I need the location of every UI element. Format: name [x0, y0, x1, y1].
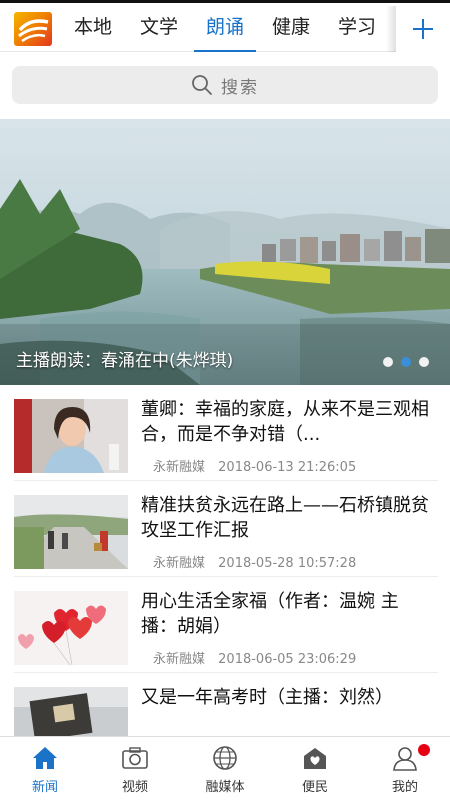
nav-profile[interactable]: 我的	[360, 737, 450, 800]
banner-caption: 主播朗读：春涌在中(朱烨琪)	[16, 351, 234, 371]
news-source: 永新融媒	[153, 556, 206, 571]
nav-label: 融媒体	[205, 780, 245, 795]
add-channel-button[interactable]	[396, 3, 450, 52]
tabs-scroll-shadow	[386, 6, 396, 52]
nav-media[interactable]: 融媒体	[180, 737, 270, 800]
service-house-icon	[304, 748, 326, 769]
carousel-dot-active[interactable]	[401, 357, 411, 367]
tab-study[interactable]: 学习	[324, 3, 390, 52]
camera-icon	[122, 747, 148, 769]
news-time: 2018-06-13 21:26:05	[218, 460, 357, 475]
search-icon	[192, 75, 212, 95]
carousel-dot[interactable]	[419, 357, 429, 367]
news-thumbnail	[14, 591, 128, 665]
news-meta: 永新融媒 2018-06-13 21:26:05	[153, 456, 356, 475]
nav-video[interactable]: 视频	[90, 737, 180, 800]
news-title: 董卿：幸福的家庭，从来不是三观相合，而是不争对错（...	[141, 399, 429, 445]
notification-badge	[418, 744, 430, 756]
plus-icon-stroke	[422, 19, 424, 39]
news-source: 永新融媒	[153, 460, 206, 475]
channel-bar: 本地 文学 朗诵 健康 学习	[0, 0, 450, 52]
nav-label: 便民	[301, 780, 328, 795]
user-icon	[393, 747, 417, 771]
channel-tabs: 本地 文学 朗诵 健康 学习	[60, 3, 390, 52]
tab-literature[interactable]: 文学	[126, 3, 192, 52]
home-icon	[33, 747, 57, 769]
search-area: 搜索	[0, 52, 450, 118]
nav-label: 我的	[391, 780, 418, 795]
news-source: 永新融媒	[153, 652, 206, 667]
search-input[interactable]: 搜索	[12, 66, 438, 104]
news-title: 用心生活全家福（作者：温婉 主播：胡娟）	[141, 591, 399, 637]
news-meta: 永新融媒 2018-06-05 23:06:29	[153, 648, 356, 667]
tab-recitation[interactable]: 朗诵	[192, 3, 258, 52]
news-title: 又是一年高考时（主播：刘然）	[141, 687, 393, 708]
search-placeholder: 搜索	[221, 77, 259, 98]
carousel-dot[interactable]	[383, 357, 393, 367]
tab-local[interactable]: 本地	[60, 3, 126, 52]
nav-service[interactable]: 便民	[270, 737, 360, 800]
news-thumbnail	[14, 399, 128, 473]
globe-icon	[213, 746, 237, 770]
nav-label: 视频	[121, 780, 148, 795]
nav-label: 新闻	[31, 780, 58, 795]
news-thumbnail	[14, 495, 128, 569]
news-meta: 永新融媒 2018-05-28 10:57:28	[153, 552, 356, 571]
nav-news[interactable]: 新闻	[0, 737, 90, 800]
app-logo-icon[interactable]	[14, 12, 52, 46]
bottom-nav: 新闻 视频 融媒体 便民 我的	[0, 736, 450, 800]
carousel-indicator	[383, 357, 437, 367]
list-item[interactable]: 用心生活全家福（作者：温婉 主播：胡娟） 永新融媒 2018-06-05 23:…	[0, 577, 450, 672]
list-item[interactable]: 董卿：幸福的家庭，从来不是三观相合，而是不争对错（... 永新融媒 2018-0…	[0, 385, 450, 480]
tab-health[interactable]: 健康	[258, 3, 324, 52]
news-time: 2018-05-28 10:57:28	[218, 556, 357, 571]
app-screen: 本地 文学 朗诵 健康 学习 搜索 主播朗读：春涌在中(朱烨琪) 董卿：幸福的家…	[0, 0, 450, 800]
list-item[interactable]: 精准扶贫永远在路上——石桥镇脱贫攻坚工作汇报 永新融媒 2018-05-28 1…	[0, 481, 450, 576]
news-time: 2018-06-05 23:06:29	[218, 652, 357, 667]
news-title: 精准扶贫永远在路上——石桥镇脱贫攻坚工作汇报	[141, 495, 429, 541]
